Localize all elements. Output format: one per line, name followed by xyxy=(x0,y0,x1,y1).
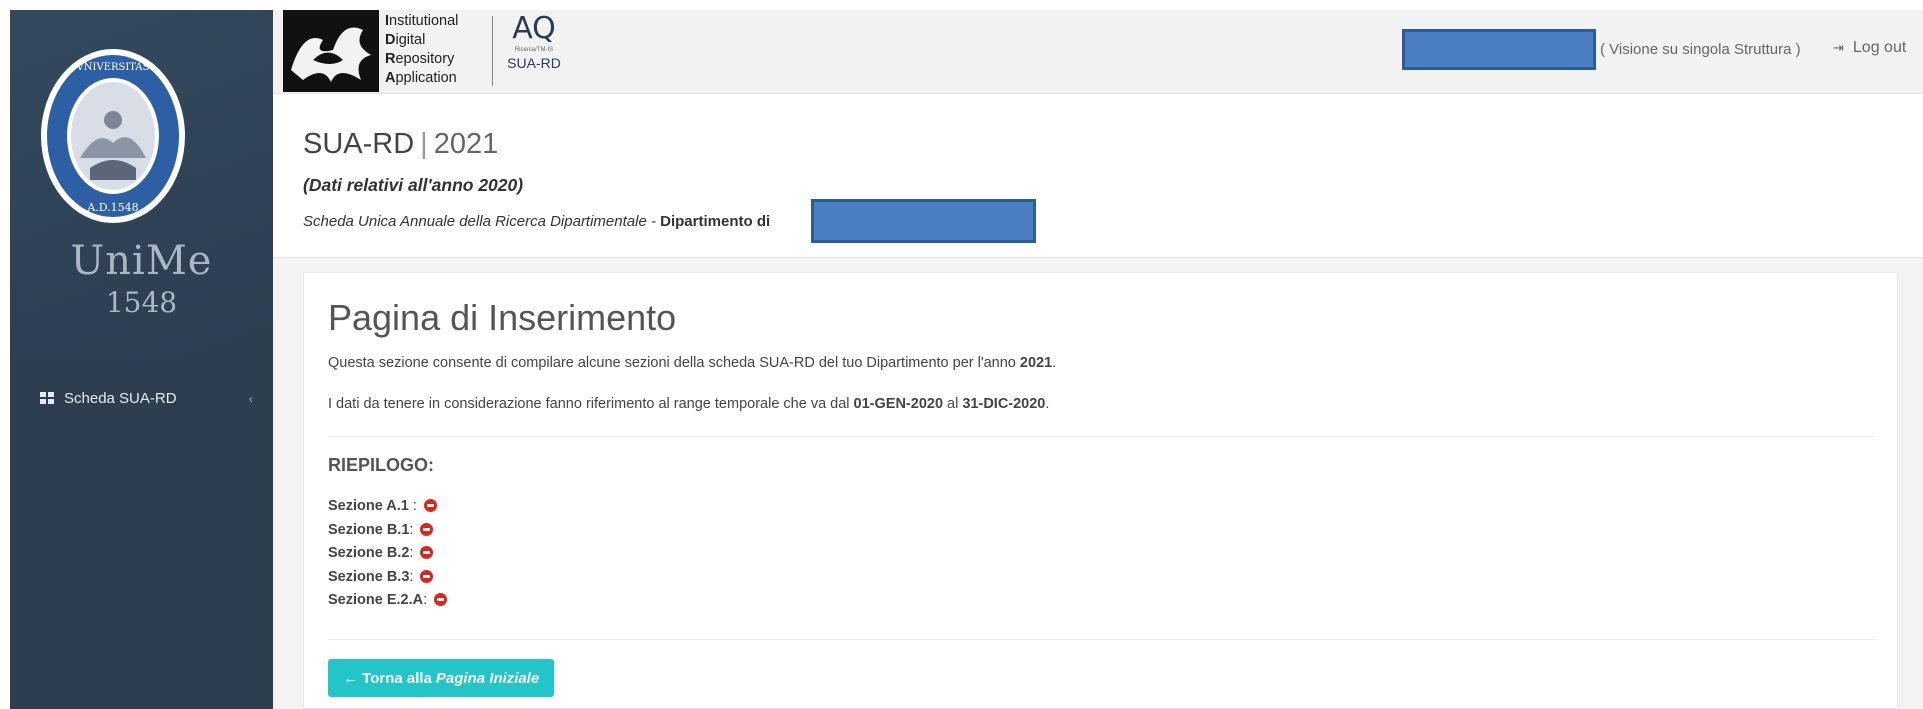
page-description: Scheda Unica Annuale della Ricerca Dipar… xyxy=(303,213,771,230)
sidebar-item-scheda-sua-rd[interactable]: Scheda SUA-RD ‹ xyxy=(10,378,273,418)
logo-divider xyxy=(492,16,493,86)
redacted-department-name xyxy=(811,199,1036,243)
date-range-text: I dati da tenere in considerazione fanno… xyxy=(328,396,1050,412)
panel-title: Pagina di Inserimento xyxy=(328,297,677,338)
top-navbar: Institutional Digital Repository Applica… xyxy=(273,10,1923,94)
aq-mark: AQ xyxy=(512,11,556,46)
list-item: Sezione B.2: xyxy=(328,542,447,566)
list-item: Sezione E.2.A: xyxy=(328,589,448,613)
grid-icon xyxy=(40,392,54,404)
app-frame: A.D.1548 VNIVERSITAS UniMe 1548 Scheda S… xyxy=(10,10,1923,709)
logout-label: Log out xyxy=(1852,39,1907,56)
sidebar-item-label: Scheda SUA-RD xyxy=(64,389,177,407)
list-item: Sezione B.3: xyxy=(328,566,447,590)
aq-logo: AQ Ricerca/TM-IS SUA-RD xyxy=(504,12,564,88)
list-item: Sezione A.1 : xyxy=(328,495,447,519)
page-title: SUA-RD | 2021 xyxy=(303,128,499,160)
brand-name: UniMe xyxy=(70,238,213,284)
aq-sua-label: SUA-RD xyxy=(507,55,561,71)
sidebar-brand: A.D.1548 VNIVERSITAS UniMe 1548 xyxy=(10,10,273,360)
divider xyxy=(328,639,1874,640)
status-missing-icon xyxy=(434,593,448,606)
sections-summary: Sezione A.1 : Sezione B.1: Sezione B.2: … xyxy=(328,495,448,613)
dragon-logo-icon xyxy=(283,10,379,92)
sidebar: A.D.1548 VNIVERSITAS UniMe 1548 Scheda S… xyxy=(10,10,273,709)
svg-text:VNIVERSITAS: VNIVERSITAS xyxy=(76,62,150,73)
recap-title: RIEPILOGO: xyxy=(328,455,435,475)
structure-view-label: ( Visione su singola Struttura ) xyxy=(1600,41,1801,58)
divider xyxy=(328,436,1874,437)
brand-year: 1548 xyxy=(105,286,178,319)
insert-page-panel: Pagina di Inserimento Questa sezione con… xyxy=(303,272,1898,709)
status-missing-icon xyxy=(420,569,434,583)
redacted-user-name xyxy=(1402,29,1596,70)
seal-year: A.D.1548 xyxy=(86,201,138,214)
intro-text: Questa sezione consente di compilare alc… xyxy=(328,355,1057,371)
back-to-home-button[interactable]: ← Torna alla Pagina Iniziale xyxy=(328,659,555,697)
idra-logo-text: Institutional Digital Repository Applica… xyxy=(385,13,459,86)
status-missing-icon xyxy=(420,522,434,536)
chevron-left-icon[interactable]: ‹ xyxy=(249,391,253,406)
logout-link[interactable]: ⇥ Log out xyxy=(1833,39,1906,57)
aq-subtitle: Ricerca/TM-IS xyxy=(514,47,554,53)
page-header: SUA-RD | 2021 (Dati relativi all'anno 2020… xyxy=(273,94,1923,258)
sign-out-icon: ⇥ xyxy=(1833,40,1844,55)
list-item: Sezione B.1: xyxy=(328,519,447,543)
university-seal-logo: A.D.1548 VNIVERSITAS xyxy=(41,49,185,223)
page-subtitle: (Dati relativi all'anno 2020) xyxy=(303,175,524,195)
status-missing-icon xyxy=(423,499,437,512)
status-missing-icon xyxy=(420,546,434,559)
